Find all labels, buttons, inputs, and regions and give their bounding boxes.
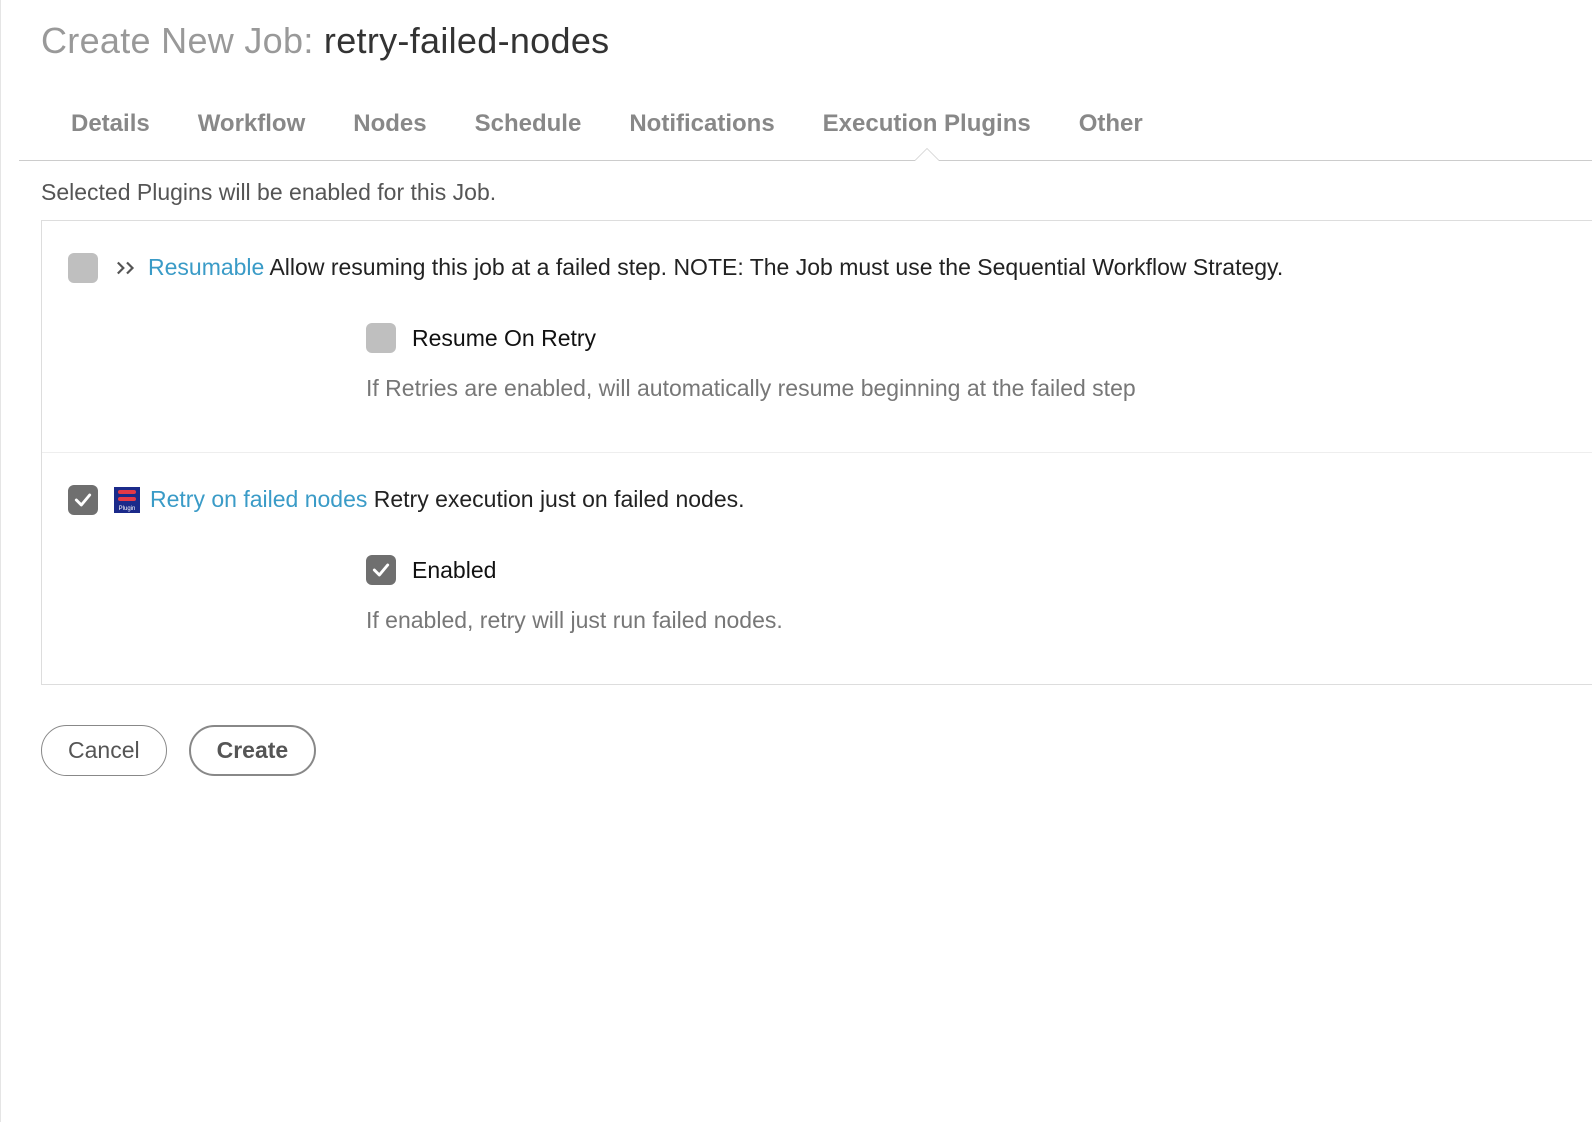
- retry-enabled-label: Enabled: [412, 557, 496, 584]
- chevrons-right-icon: [116, 259, 138, 277]
- plugin-resumable-description: Allow resuming this job at a failed step…: [269, 254, 1283, 280]
- retry-enabled-checkbox[interactable]: [366, 555, 396, 585]
- retry-enabled-help: If enabled, retry will just run failed n…: [366, 607, 1566, 634]
- plugin-retry-failed-nodes: Plugin Retry on failed nodes Retry execu…: [42, 452, 1592, 684]
- resume-on-retry-help: If Retries are enabled, will automatical…: [366, 375, 1566, 402]
- resume-on-retry-checkbox[interactable]: [366, 323, 396, 353]
- plugin-resumable-link[interactable]: Resumable: [148, 254, 264, 280]
- plugin-retry-head: Plugin Retry on failed nodes Retry execu…: [68, 485, 1566, 515]
- plugin-retry-checkbox[interactable]: [68, 485, 98, 515]
- title-prefix: Create New Job:: [41, 20, 324, 61]
- plugin-resumable-checkbox[interactable]: [68, 253, 98, 283]
- plugins-subheading: Selected Plugins will be enabled for thi…: [19, 161, 1592, 220]
- tabs: Details Workflow Nodes Schedule Notifica…: [19, 100, 1592, 161]
- resume-on-retry-label: Resume On Retry: [412, 325, 596, 352]
- plugin-resumable-option: Resume On Retry If Retries are enabled, …: [366, 323, 1566, 402]
- cancel-button[interactable]: Cancel: [41, 725, 167, 776]
- page-title: Create New Job: retry-failed-nodes: [19, 20, 1592, 62]
- plugin-resumable-head: Resumable Allow resuming this job at a f…: [68, 253, 1566, 283]
- tab-notifications[interactable]: Notifications: [627, 100, 776, 160]
- plugins-panel: Resumable Allow resuming this job at a f…: [41, 220, 1592, 685]
- plugin-retry-link[interactable]: Retry on failed nodes: [150, 486, 367, 512]
- tab-details[interactable]: Details: [69, 100, 152, 160]
- tab-other[interactable]: Other: [1077, 100, 1145, 160]
- tab-execution-plugins[interactable]: Execution Plugins: [821, 100, 1033, 160]
- plugin-retry-description: Retry execution just on failed nodes.: [374, 486, 745, 512]
- footer-actions: Cancel Create: [19, 685, 1592, 776]
- plugin-retry-option: Enabled If enabled, retry will just run …: [366, 555, 1566, 634]
- create-button[interactable]: Create: [189, 725, 317, 776]
- tab-workflow[interactable]: Workflow: [196, 100, 308, 160]
- tab-nodes[interactable]: Nodes: [351, 100, 428, 160]
- plugin-icon: Plugin: [114, 487, 140, 513]
- plugin-resumable: Resumable Allow resuming this job at a f…: [42, 221, 1592, 452]
- tab-schedule[interactable]: Schedule: [473, 100, 584, 160]
- create-job-page: Create New Job: retry-failed-nodes Detai…: [0, 0, 1592, 1122]
- title-job-name: retry-failed-nodes: [324, 20, 610, 61]
